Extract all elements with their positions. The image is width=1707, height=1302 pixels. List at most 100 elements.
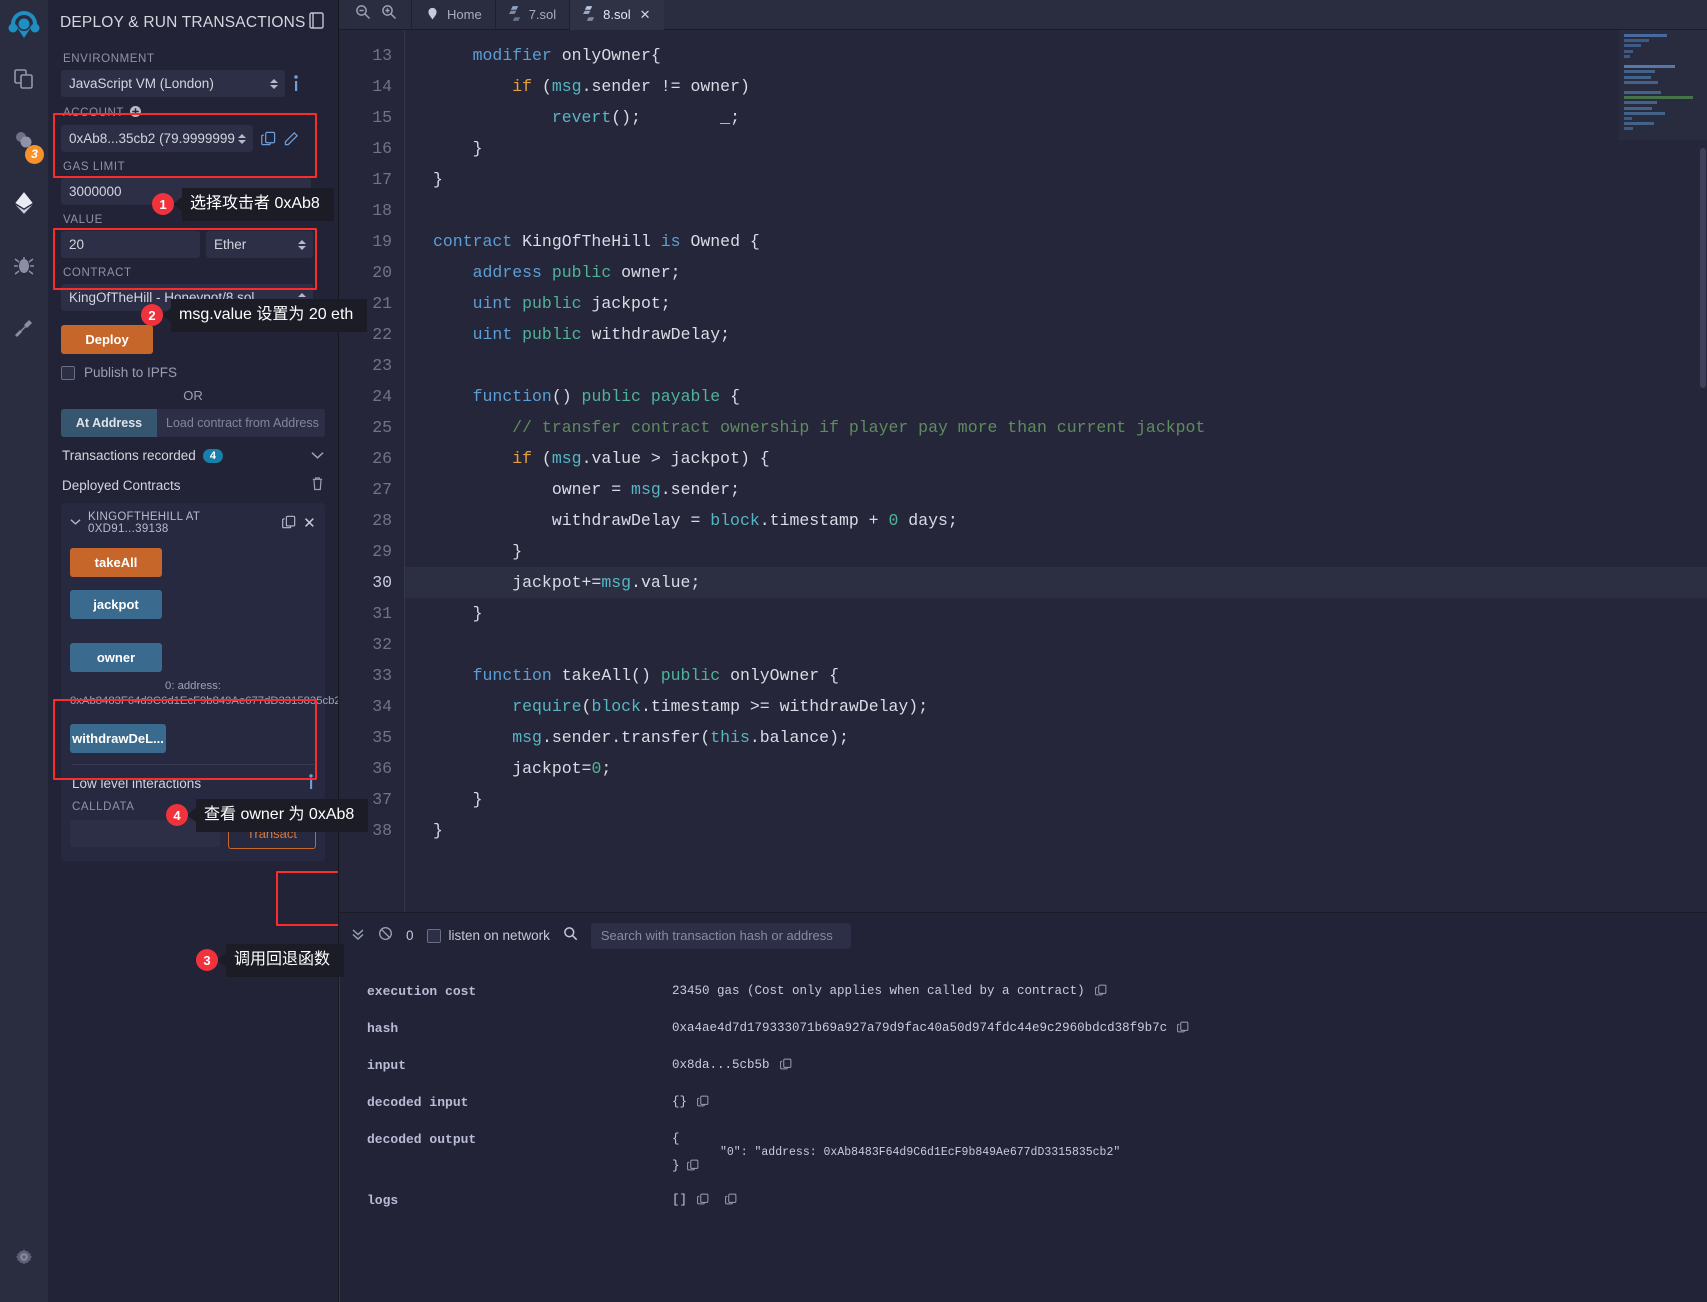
copy-address-icon[interactable]: [282, 515, 296, 532]
sidebar-item-file-explorer[interactable]: [2, 48, 46, 110]
code-line[interactable]: [433, 195, 1707, 226]
docs-icon[interactable]: [309, 12, 324, 34]
copy-icon[interactable]: [697, 1095, 709, 1111]
chevron-down-icon[interactable]: [311, 448, 324, 463]
callout-arrow: [217, 953, 226, 968]
main-area: Home 7.sol 8.sol ✕ 13 14 15 16 17 18 19 20 21 22 2…: [339, 0, 1707, 1302]
caret-down-icon[interactable]: [70, 517, 81, 529]
code-line[interactable]: address public owner;: [433, 257, 1707, 288]
code-line[interactable]: msg.sender.transfer(this.balance);: [433, 722, 1707, 753]
code-line[interactable]: require(block.timestamp >= withdrawDelay…: [433, 691, 1707, 722]
transaction-detail-value: []: [672, 1193, 737, 1209]
copy-icon[interactable]: [1177, 1021, 1189, 1037]
sidebar-item-deploy-run[interactable]: [2, 172, 46, 234]
tab-8-sol[interactable]: 8.sol ✕: [569, 0, 664, 30]
zoom-in-icon[interactable]: [381, 4, 397, 25]
code-line[interactable]: [433, 629, 1707, 660]
line-number: 26: [372, 449, 392, 468]
listen-on-network-row[interactable]: listen on network: [426, 928, 550, 943]
code-line[interactable]: }: [433, 784, 1707, 815]
copy-icon[interactable]: [1094, 984, 1107, 1000]
sidebar-item-plugin-manager[interactable]: [2, 296, 46, 358]
editor-zoom-controls: [339, 4, 411, 25]
function-button-takeall[interactable]: takeAll: [70, 548, 162, 577]
close-tab-icon[interactable]: ✕: [640, 7, 651, 23]
line-number: 28: [372, 511, 392, 530]
sidebar-item-solidity-compiler[interactable]: 3: [2, 110, 46, 172]
code-line[interactable]: contract KingOfTheHill is Owned {: [433, 226, 1707, 257]
tab-home[interactable]: Home: [411, 0, 495, 30]
code-line[interactable]: }: [433, 133, 1707, 164]
code-line[interactable]: [433, 350, 1707, 381]
callout-number: 1: [152, 193, 174, 216]
settings-gear-icon[interactable]: [2, 1226, 46, 1288]
low-level-info-icon[interactable]: [308, 773, 314, 793]
deploy-button[interactable]: Deploy: [61, 325, 153, 354]
chevron-double-down-icon[interactable]: [351, 927, 365, 945]
copy-account-icon[interactable]: [261, 131, 276, 146]
editor-scrollbar-thumb[interactable]: [1700, 148, 1706, 388]
code-line[interactable]: // transfer contract ownership if player…: [433, 412, 1707, 443]
code-token: (): [551, 387, 582, 406]
close-instance-icon[interactable]: ✕: [303, 516, 316, 531]
edit-account-icon[interactable]: [284, 131, 299, 146]
trash-icon[interactable]: [311, 476, 324, 494]
search-icon[interactable]: [563, 926, 578, 945]
code-token: withdrawDelay;: [581, 325, 731, 344]
code-editor[interactable]: 13 14 15 16 17 18 19 20 21 22 23 24 25 26 27 28 29 30 31 32…: [339, 30, 1707, 912]
code-line[interactable]: if (msg.sender != owner): [433, 71, 1707, 102]
code-line[interactable]: withdrawDelay = block.timestamp + 0 days…: [433, 505, 1707, 536]
environment-info-icon[interactable]: [293, 75, 299, 92]
clear-console-icon[interactable]: [378, 926, 393, 945]
copy-icon[interactable]: [697, 1193, 709, 1209]
code-line[interactable]: if (msg.value > jackpot) {: [433, 443, 1707, 474]
account-select[interactable]: 0xAb8...35cb2 (79.9999999: [61, 125, 253, 152]
code-token: }: [433, 170, 443, 189]
copy-icon[interactable]: [687, 1159, 699, 1175]
code-line[interactable]: owner = msg.sender;: [433, 474, 1707, 505]
code-token: .timestamp +: [759, 511, 889, 530]
code-token: public: [551, 263, 612, 282]
code-line[interactable]: function() public payable {: [433, 381, 1707, 412]
value-input[interactable]: 20: [61, 231, 200, 258]
copy-icon[interactable]: [779, 1058, 792, 1074]
code-line[interactable]: }: [433, 536, 1707, 567]
sidebar-item-debugger[interactable]: [2, 234, 46, 296]
listen-on-network-checkbox[interactable]: [426, 928, 441, 943]
deployed-instance-header[interactable]: KINGOFTHEHILL AT 0XD91...39138 ✕: [70, 511, 316, 535]
code-line[interactable]: uint public withdrawDelay;: [433, 319, 1707, 350]
code-token: public: [660, 666, 721, 685]
terminal-search-input[interactable]: Search with transaction hash or address: [590, 922, 851, 949]
at-address-input[interactable]: Load contract from Address: [157, 409, 325, 437]
function-button-owner[interactable]: owner: [70, 643, 162, 672]
tab-7-sol[interactable]: 7.sol: [494, 0, 569, 30]
plus-circle-icon[interactable]: [130, 106, 142, 120]
remix-logo-icon[interactable]: [4, 8, 44, 48]
code-line[interactable]: jackpot+=msg.value;: [405, 567, 1707, 598]
publish-ipfs-checkbox[interactable]: [61, 365, 75, 380]
function-button-withdrawdelay[interactable]: withdrawDeL...: [70, 723, 166, 753]
transactions-recorded-row[interactable]: Transactions recorded 4: [61, 437, 325, 472]
at-address-button[interactable]: At Address: [61, 409, 157, 437]
code-line[interactable]: function takeAll() public onlyOwner {: [433, 660, 1707, 691]
publish-ipfs-label: Publish to IPFS: [84, 365, 178, 380]
function-button-jackpot[interactable]: jackpot: [70, 590, 162, 619]
copy-icon[interactable]: [725, 1193, 737, 1209]
editor-minimap[interactable]: [1619, 30, 1707, 140]
code-content[interactable]: modifier onlyOwner{ if (msg.sender != ow…: [405, 30, 1707, 912]
code-line[interactable]: }: [433, 164, 1707, 195]
code-token: if: [512, 77, 533, 96]
terminal-output[interactable]: execution cost 23450 gas (Cost only appli…: [339, 958, 1707, 1302]
value-unit-select[interactable]: Ether: [206, 231, 313, 258]
code-token: msg: [551, 449, 582, 468]
code-line[interactable]: revert(); _;: [433, 102, 1707, 133]
code-line[interactable]: jackpot=0;: [433, 753, 1707, 784]
code-line[interactable]: }: [433, 815, 1707, 846]
environment-select[interactable]: JavaScript VM (London): [61, 70, 285, 97]
zoom-out-icon[interactable]: [355, 4, 371, 25]
code-token: uint: [472, 294, 513, 313]
code-line[interactable]: }: [433, 598, 1707, 629]
code-line[interactable]: uint public jackpot;: [433, 288, 1707, 319]
code-line[interactable]: modifier onlyOwner{: [433, 40, 1707, 71]
